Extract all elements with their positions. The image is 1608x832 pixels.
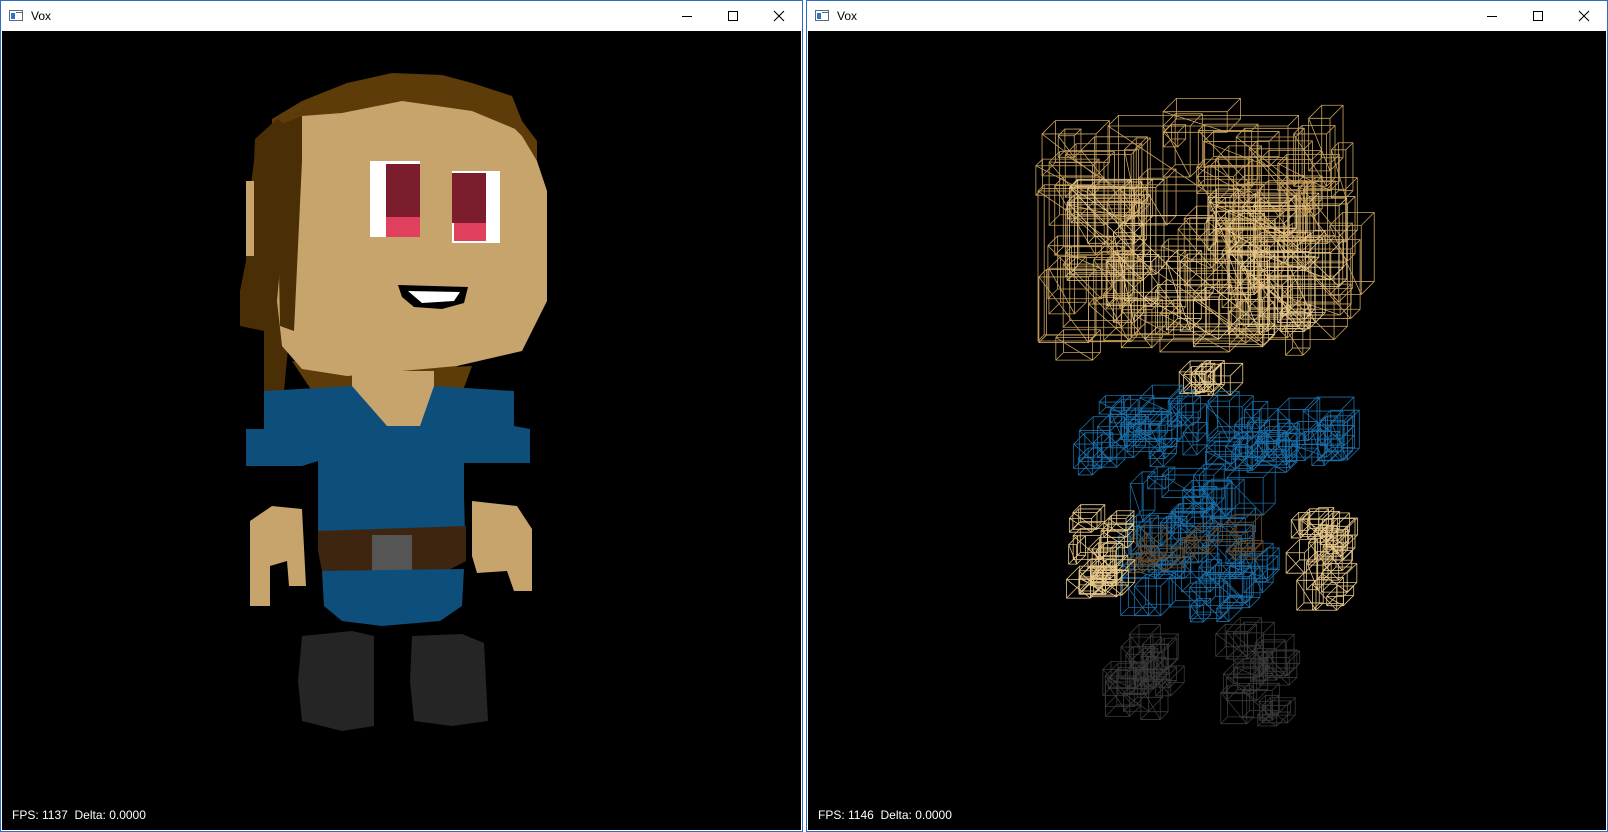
delta-label: Delta: — [880, 808, 912, 822]
wire-voxel — [1072, 504, 1106, 530]
maximize-icon — [1533, 11, 1543, 21]
delta-value: 0.0000 — [915, 808, 952, 822]
wire-voxel — [1254, 547, 1280, 582]
maximize-button[interactable] — [1515, 1, 1561, 31]
wire-voxel — [1226, 465, 1276, 516]
wire-voxel — [1161, 467, 1207, 498]
fps-readout: FPS: 1137 Delta: 0.0000 — [12, 808, 146, 822]
fps-label: FPS: — [12, 808, 39, 822]
render-viewport[interactable]: FPS: 1146 Delta: 0.0000 — [808, 31, 1606, 830]
vox-window-wireframe: Vox FPS: 1146 Delta: 0.0000 — [806, 0, 1608, 832]
app-window-icon[interactable] — [9, 10, 23, 21]
wire-voxel — [1133, 574, 1173, 617]
wire-voxel — [1293, 125, 1336, 187]
wire-voxel — [1057, 128, 1082, 158]
minimize-button[interactable] — [664, 1, 710, 31]
close-button[interactable] — [756, 1, 802, 31]
close-icon — [1578, 10, 1590, 22]
window-title: Vox — [31, 9, 52, 23]
fps-value: 1137 — [42, 808, 68, 822]
wire-voxel — [1149, 438, 1177, 468]
wire-voxel — [1182, 422, 1208, 456]
delta-label: Delta: — [74, 808, 106, 822]
wire-voxel — [1055, 329, 1101, 361]
maximize-icon — [728, 11, 738, 21]
wire-voxel — [1326, 585, 1355, 607]
render-viewport[interactable]: FPS: 1137 Delta: 0.0000 — [2, 31, 801, 830]
vox-window-solid: Vox FPS: 1137 Delta: 0.0000 — [0, 0, 803, 832]
minimize-icon — [682, 16, 692, 17]
app-window-icon[interactable] — [815, 10, 829, 21]
fps-value: 1146 — [848, 808, 874, 822]
voxel-character-wireframe — [1035, 97, 1375, 727]
title-bar[interactable]: Vox — [1, 1, 802, 31]
wire-voxel — [1139, 384, 1183, 412]
close-button[interactable] — [1561, 1, 1607, 31]
wire-voxel — [1098, 395, 1132, 415]
minimize-icon — [1487, 16, 1497, 17]
wire-voxel — [1308, 104, 1344, 172]
wire-voxel — [1189, 580, 1228, 619]
wire-voxel — [1169, 395, 1201, 426]
wire-voxel — [1147, 466, 1176, 490]
fps-readout: FPS: 1146 Delta: 0.0000 — [818, 808, 952, 822]
wire-voxel — [1285, 539, 1319, 574]
delta-value: 0.0000 — [109, 808, 146, 822]
title-bar[interactable]: Vox — [807, 1, 1607, 31]
wire-voxel — [1235, 127, 1305, 185]
close-icon — [773, 10, 785, 22]
window-title: Vox — [837, 9, 858, 23]
maximize-button[interactable] — [710, 1, 756, 31]
fps-label: FPS: — [818, 808, 845, 822]
voxel-character-solid — [240, 73, 547, 731]
minimize-button[interactable] — [1469, 1, 1515, 31]
